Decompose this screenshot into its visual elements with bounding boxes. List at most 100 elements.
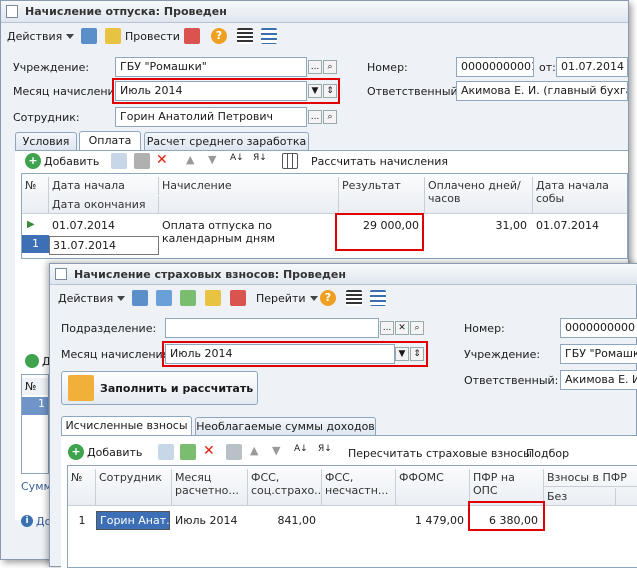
col-paid-days[interactable]: Оплачено дней/часов <box>425 177 533 213</box>
sort-asc-icon[interactable]: A↓ <box>294 444 308 454</box>
sort-asc-icon[interactable]: A↓ <box>230 153 244 163</box>
col-employee[interactable]: Сотрудник <box>96 469 172 505</box>
cell-number: 1 <box>78 514 86 527</box>
col-ffoms[interactable]: ФФОМС <box>396 469 470 505</box>
cell-start-date: 01.07.2014 <box>52 219 115 232</box>
add-button[interactable]: + Добавить <box>25 151 99 171</box>
tab-non-taxable-income[interactable]: Необлагаемые суммы доходов <box>195 417 376 435</box>
cell-ffoms: 1 479,00 <box>415 514 464 527</box>
col-start-date[interactable]: Дата начала <box>49 177 159 195</box>
clear-icon[interactable]: ✕ <box>395 321 409 335</box>
tab-conditions[interactable]: Условия <box>15 132 77 150</box>
back-arrow-icon[interactable] <box>132 290 148 306</box>
org-field[interactable]: ГБУ "Ромашки" <box>115 57 307 77</box>
copy-icon[interactable] <box>180 290 196 306</box>
responsible-label: Ответственный: <box>367 85 462 98</box>
tab-calculated-contributions[interactable]: Исчисленные взносы <box>61 416 192 435</box>
list-icon[interactable] <box>237 28 253 44</box>
col-month[interactable]: Месяц расчетно... <box>172 469 248 505</box>
col-result[interactable]: Результат <box>339 177 425 213</box>
help-icon[interactable]: ? <box>320 290 336 306</box>
structure-icon[interactable] <box>261 28 277 44</box>
table-row[interactable]: 1 Горин Анат... Июль 2014 841,00 1 479,0… <box>68 510 637 530</box>
edit-icon[interactable] <box>134 153 150 169</box>
arrow-down-icon[interactable]: ▼ <box>208 153 216 166</box>
title-bar: Начисление страховых взносов: Проведен <box>50 264 637 285</box>
org-label: Учреждение: <box>464 348 541 361</box>
refresh-icon[interactable] <box>156 290 172 306</box>
col-fss-accident[interactable]: ФСС, несчастн... <box>322 469 396 505</box>
responsible-field[interactable]: Акимова Е. И <box>560 370 637 390</box>
table-icon[interactable] <box>282 153 298 169</box>
col-number: № <box>22 378 48 395</box>
search-icon[interactable]: ⌕ <box>323 60 337 74</box>
choose-button[interactable]: ... <box>308 60 322 74</box>
info-icon: i <box>21 515 33 527</box>
actions-menu[interactable]: Действия <box>58 288 126 308</box>
tab-payment[interactable]: Оплата <box>79 131 141 150</box>
cell-fss: 841,00 <box>277 514 317 527</box>
arrow-up-icon[interactable]: ▲ <box>250 444 258 457</box>
pick-button[interactable]: Подбор <box>526 447 569 460</box>
post-icon[interactable] <box>205 290 221 306</box>
number-field[interactable]: 00000000001 <box>456 57 534 77</box>
choose-button[interactable]: ... <box>308 110 322 124</box>
col-event-start[interactable]: Дата начала собы <box>533 177 627 213</box>
print-icon[interactable] <box>230 290 246 306</box>
structure-icon[interactable] <box>370 290 386 306</box>
number-field[interactable]: 0000000000 <box>560 318 637 338</box>
copy-icon[interactable] <box>158 444 174 460</box>
department-field[interactable] <box>165 318 379 338</box>
cell-paid-days: 31,00 <box>495 219 528 232</box>
employee-field[interactable]: Горин Анатолий Петрович <box>115 107 307 127</box>
col-pfr-group[interactable]: Взносы в ПФР <box>544 469 637 487</box>
arrow-up-icon[interactable]: ▲ <box>186 153 194 166</box>
from-label: от: <box>539 61 556 74</box>
sort-desc-icon[interactable]: Я↓ <box>253 153 267 163</box>
recalculate-button[interactable]: Пересчитать страховые взносы <box>348 447 532 460</box>
choose-button[interactable]: ... <box>380 321 394 335</box>
cell-end-date: 31.07.2014 <box>49 236 159 255</box>
goto-menu[interactable]: Перейти <box>256 288 318 308</box>
delete-icon[interactable]: ✕ <box>156 152 168 168</box>
edit-icon[interactable] <box>180 444 196 460</box>
responsible-field[interactable]: Акимова Е. И. (главный бухгалте <box>456 81 628 101</box>
add-icon[interactable] <box>25 354 39 368</box>
contributions-grid: № Сотрудник Месяц расчетно... ФСС, соц.с… <box>67 465 637 568</box>
add-button[interactable]: + Добавить <box>68 442 142 462</box>
table-row[interactable]: ▶ 1 01.07.2014 31.07.2014 Оплата отпуска… <box>22 215 627 255</box>
calculate-button[interactable]: Рассчитать начисления <box>311 155 448 168</box>
col-number[interactable]: № <box>68 469 96 505</box>
save-icon[interactable] <box>226 444 242 460</box>
delete-icon[interactable]: ✕ <box>203 443 215 459</box>
help-icon[interactable]: ? <box>211 28 227 44</box>
list-icon[interactable] <box>346 290 362 306</box>
sort-desc-icon[interactable]: Я↓ <box>318 444 332 454</box>
copy-icon[interactable] <box>111 153 127 169</box>
tab-average-earnings[interactable]: Расчет среднего заработка <box>144 132 309 150</box>
cell-number: 1 <box>22 235 49 253</box>
toolbar: Действия Провести ? <box>1 24 628 48</box>
col-pfr[interactable]: ПФР на ОПС <box>470 469 544 505</box>
fill-and-calculate-button[interactable]: Заполнить и рассчитать <box>61 371 258 405</box>
search-icon[interactable]: ⌕ <box>323 110 337 124</box>
print-icon[interactable] <box>184 28 200 44</box>
col-end-date[interactable]: Дата окончания <box>49 196 159 214</box>
employee-label: Сотрудник: <box>13 111 80 124</box>
responsible-label: Ответственный: <box>464 374 559 387</box>
arrow-down-icon[interactable]: ▼ <box>272 444 280 457</box>
actions-menu[interactable]: Действия <box>7 26 75 46</box>
col-number[interactable]: № <box>22 177 49 213</box>
back-arrow-icon[interactable] <box>81 28 97 44</box>
window-title: Начисление отпуска: Проведен <box>25 5 227 18</box>
col-fss[interactable]: ФСС, соц.страхо... <box>248 469 322 505</box>
col-pfr-special[interactable]: Без спец.о... <box>544 488 616 506</box>
col-accrual[interactable]: Начисление <box>159 177 339 213</box>
org-field[interactable]: ГБУ "Ромашки <box>560 344 637 364</box>
highlight-month <box>112 78 340 104</box>
search-icon[interactable]: ⌕ <box>410 321 424 335</box>
cell-month: Июль 2014 <box>175 514 238 527</box>
add-icon: + <box>25 153 41 169</box>
date-field[interactable]: 01.07.2014 0 <box>556 57 628 77</box>
post-button[interactable]: Провести <box>105 26 180 46</box>
